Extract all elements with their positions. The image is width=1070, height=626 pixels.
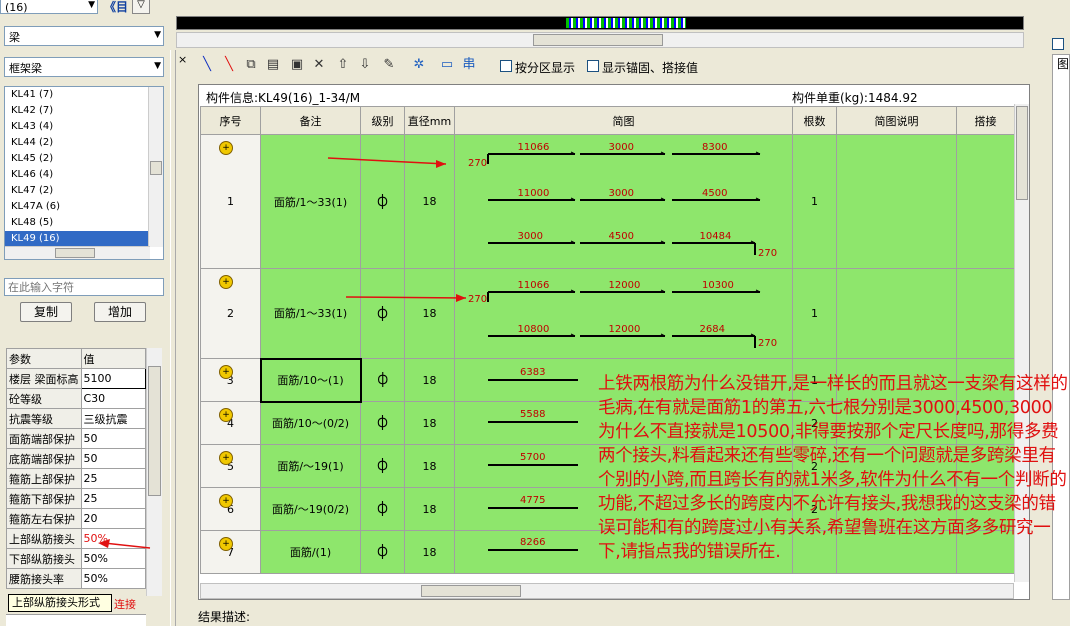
- rebar-length-label: 6383: [520, 367, 545, 378]
- annotation-arrow-1-head: [436, 160, 446, 168]
- annotation-arrow-3-head: [98, 539, 110, 548]
- rebar-length-label: 8266: [520, 537, 545, 548]
- rebar-length-label: 3000: [518, 231, 543, 242]
- rebar-length-label: 10484: [700, 231, 732, 242]
- rebar-length-label: 270: [468, 294, 487, 305]
- rebar-length-label: 5700: [520, 452, 545, 463]
- rebar-length-label: 11066: [518, 142, 550, 153]
- annotation-arrow-2-head: [456, 294, 466, 302]
- annotation-text: 上铁两根筋为什么没错开,是一样长的而且就这一支梁有这样的毛病,在有就是面筋1的第…: [598, 374, 1068, 562]
- rebar-length-label: 2684: [700, 324, 725, 335]
- annotation-arrow-1: [327, 157, 447, 165]
- rebar-length-label: 270: [758, 338, 777, 349]
- rebar-length-label: 4500: [609, 231, 634, 242]
- rebar-length-label: 11066: [518, 280, 550, 291]
- rebar-length-label: 4500: [702, 188, 727, 199]
- rebar-length-label: 12000: [609, 324, 641, 335]
- rebar-length-label: 10300: [702, 280, 734, 291]
- rebar-length-label: 8300: [702, 142, 727, 153]
- annotation-arrow-3: [103, 542, 151, 549]
- rebar-length-label: 270: [468, 158, 487, 169]
- rebar-length-label: 12000: [609, 280, 641, 291]
- rebar-length-label: 3000: [609, 142, 634, 153]
- annotation-arrow-2: [345, 296, 467, 299]
- rebar-length-label: 5588: [520, 409, 545, 420]
- rebar-length-label: 4775: [520, 495, 545, 506]
- rebar-length-label: 11000: [518, 188, 550, 199]
- rebar-length-label: 3000: [609, 188, 634, 199]
- rebar-length-label: 10800: [518, 324, 550, 335]
- rebar-length-label: 270: [758, 248, 777, 259]
